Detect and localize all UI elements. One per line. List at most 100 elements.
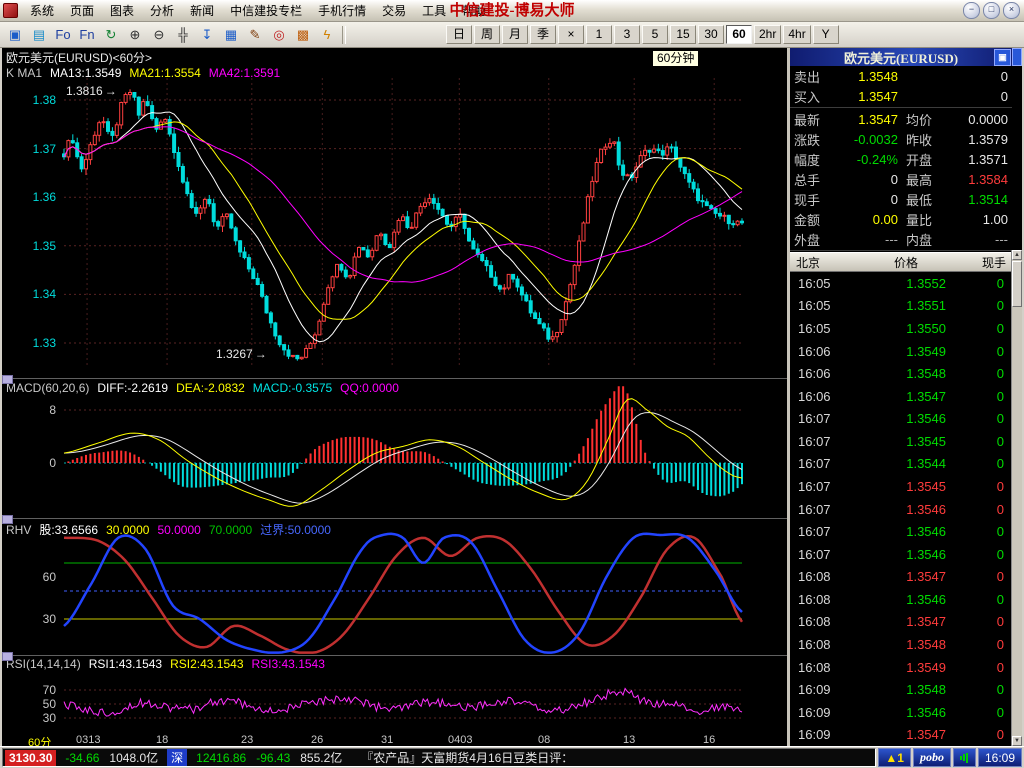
refresh-icon[interactable]: ↻	[100, 25, 122, 45]
tick-row[interactable]: 16:081.35470	[790, 611, 1012, 634]
scroll-down-arrow[interactable]: ▼	[1012, 736, 1022, 746]
period-button-1[interactable]: 1	[586, 25, 612, 44]
tick-row[interactable]: 16:091.35480	[790, 678, 1012, 701]
menu-item-2[interactable]: 页面	[62, 1, 102, 21]
panel-divider[interactable]	[2, 655, 787, 656]
macd-chart[interactable]	[2, 380, 787, 517]
tick-row[interactable]: 16:091.35470	[790, 724, 1012, 747]
period-button-4hr[interactable]: 4hr	[783, 25, 810, 44]
draw-icon[interactable]: ✎	[244, 25, 266, 45]
stat-value: ---	[950, 232, 1008, 247]
tick-row[interactable]: 16:071.35460	[790, 498, 1012, 521]
stat-row[interactable]: 金额0.00量比1.00	[790, 209, 1012, 229]
menu-item-3[interactable]: 图表	[102, 1, 142, 21]
period-button-日[interactable]: 日	[446, 25, 472, 44]
zoom-out-icon[interactable]: ⊖	[148, 25, 170, 45]
table-icon[interactable]: ▦	[220, 25, 242, 45]
tick-row[interactable]: 16:071.35450	[790, 430, 1012, 453]
tick-time: 16:07	[798, 524, 846, 539]
blocks-icon[interactable]: ▩	[292, 25, 314, 45]
minimize-button[interactable]: −	[963, 2, 980, 19]
crosshair-icon[interactable]: ╬	[172, 25, 194, 45]
period-button-3[interactable]: 3	[614, 25, 640, 44]
menu-item-5[interactable]: 新闻	[182, 1, 222, 21]
menu-item-9[interactable]: 工具	[414, 1, 454, 21]
fo-icon[interactable]: Fo	[52, 25, 74, 45]
maximize-button[interactable]: □	[983, 2, 1000, 19]
period-button-×[interactable]: ×	[558, 25, 584, 44]
rhv-chart[interactable]	[2, 519, 787, 654]
tick-volume: 0	[974, 660, 1004, 675]
scroll-thumb[interactable]	[1012, 261, 1022, 307]
menu-item-1[interactable]: 系统	[22, 1, 62, 21]
period-button-Y[interactable]: Y	[813, 25, 839, 44]
period-button-15[interactable]: 15	[670, 25, 696, 44]
close-button[interactable]: ×	[1003, 2, 1020, 19]
menu-item-10[interactable]: 帮助	[454, 1, 494, 21]
splitter-handle[interactable]	[2, 652, 13, 661]
period-button-2hr[interactable]: 2hr	[754, 25, 781, 44]
tick-row[interactable]: 16:051.35520	[790, 272, 1012, 295]
tick-row[interactable]: 16:071.35460	[790, 543, 1012, 566]
chart-area[interactable]: 欧元美元(EURUSD)<60分> K MA1MA13:1.3549MA21:1…	[2, 48, 787, 746]
tick-row[interactable]: 16:071.35440	[790, 453, 1012, 476]
stat-label: 最高	[906, 170, 950, 189]
period-button-周[interactable]: 周	[474, 25, 500, 44]
menu-item-7[interactable]: 手机行情	[310, 1, 374, 21]
cascade-icon[interactable]: ▤	[28, 25, 50, 45]
stat-row[interactable]: 最新1.3547均价0.0000	[790, 109, 1012, 129]
period-button-季[interactable]: 季	[530, 25, 556, 44]
alarm-icon[interactable]: ◎	[268, 25, 290, 45]
tick-row[interactable]: 16:071.35460	[790, 520, 1012, 543]
stat-row[interactable]: 幅度-0.24%开盘1.3571	[790, 149, 1012, 169]
tick-row[interactable]: 16:061.35470	[790, 385, 1012, 408]
panel-divider[interactable]	[2, 518, 787, 519]
tick-volume: 0	[974, 411, 1004, 426]
ticks-col-volume[interactable]: 现手	[966, 254, 1006, 271]
tick-row[interactable]: 16:081.35470	[790, 566, 1012, 589]
quote-panel-button[interactable]: ▣	[994, 49, 1011, 66]
tick-scrollbar[interactable]: ▲ ▼	[1011, 250, 1022, 746]
fn-icon[interactable]: Fn	[76, 25, 98, 45]
zoom-in-icon[interactable]: ⊕	[124, 25, 146, 45]
ticks-col-price[interactable]: 价格	[846, 254, 966, 271]
tick-row[interactable]: 16:071.35450	[790, 475, 1012, 498]
page-icon[interactable]: ▣	[4, 25, 26, 45]
stat-row[interactable]: 外盘---内盘---	[790, 229, 1012, 249]
lightning-icon[interactable]: ϟ	[316, 25, 338, 45]
stat-row[interactable]: 总手0最高1.3584	[790, 169, 1012, 189]
panel-collapse-button[interactable]	[1012, 48, 1022, 66]
period-button-30[interactable]: 30	[698, 25, 724, 44]
main-area: 欧元美元(EURUSD)<60分> K MA1MA13:1.3549MA21:1…	[2, 48, 1022, 746]
tick-volume: 0	[974, 547, 1004, 562]
alert-badge[interactable]: ▲1	[878, 748, 911, 767]
panel-divider[interactable]	[2, 378, 787, 379]
period-button-月[interactable]: 月	[502, 25, 528, 44]
scroll-up-arrow[interactable]: ▲	[1012, 250, 1022, 260]
tick-row[interactable]: 16:051.35510	[790, 295, 1012, 318]
ticks-col-time[interactable]: 北京	[796, 254, 846, 271]
splitter-handle[interactable]	[2, 375, 13, 384]
quote-row-买入[interactable]: 买入1.35470	[790, 86, 1012, 106]
tick-row[interactable]: 16:081.35490	[790, 656, 1012, 679]
menu-item-8[interactable]: 交易	[374, 1, 414, 21]
tick-row[interactable]: 16:061.35490	[790, 340, 1012, 363]
kline-chart[interactable]	[2, 64, 787, 378]
tick-row[interactable]: 16:081.35460	[790, 588, 1012, 611]
quote-row-卖出[interactable]: 卖出1.35480	[790, 66, 1012, 86]
tick-row[interactable]: 16:091.35460	[790, 701, 1012, 724]
tick-row[interactable]: 16:061.35480	[790, 362, 1012, 385]
menu-item-4[interactable]: 分析	[142, 1, 182, 21]
news-ticker[interactable]: 『农产品』天富期货4月16日豆类日评：	[361, 749, 573, 766]
stat-row[interactable]: 涨跌-0.0032昨收1.3579	[790, 129, 1012, 149]
tick-row[interactable]: 16:051.35500	[790, 317, 1012, 340]
tick-row[interactable]: 16:071.35460	[790, 407, 1012, 430]
period-button-5[interactable]: 5	[642, 25, 668, 44]
menu-item-6[interactable]: 中信建投专栏	[222, 1, 310, 21]
period-button-60[interactable]: 60	[726, 25, 752, 44]
tick-price: 1.3546	[846, 547, 974, 562]
stat-row[interactable]: 现手0最低1.3514	[790, 189, 1012, 209]
tick-row[interactable]: 16:081.35480	[790, 633, 1012, 656]
export-icon[interactable]: ↧	[196, 25, 218, 45]
splitter-handle[interactable]	[2, 515, 13, 524]
